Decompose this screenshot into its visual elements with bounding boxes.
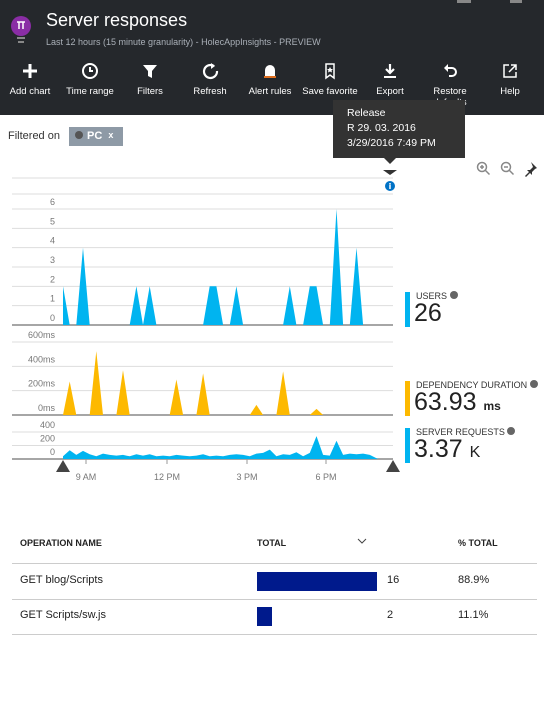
dependency-duration-metric-value: 63.93 ms: [414, 388, 501, 416]
y-tick-label: 4: [50, 236, 55, 246]
y-tick-label: 6: [50, 197, 55, 207]
info-icon[interactable]: [449, 291, 458, 299]
divider: [12, 563, 537, 564]
zoom-out-icon[interactable]: [500, 161, 515, 176]
server-requests-metric-value: 3.37 K: [414, 435, 481, 463]
y-tick-label: 400: [40, 420, 55, 430]
x-tick-label: 12 PM: [154, 472, 180, 482]
y-tick-label: 200ms: [28, 379, 56, 389]
percent-total: 88.9%: [458, 574, 490, 586]
y-tick-label: 0: [50, 313, 55, 323]
range-start-handle[interactable]: [56, 460, 70, 472]
range-end-handle[interactable]: [386, 460, 400, 472]
total-bar: [257, 572, 377, 591]
y-tick-label: 200: [40, 434, 55, 444]
operation-name[interactable]: GET Scripts/sw.js: [20, 609, 106, 621]
pin-icon[interactable]: [525, 162, 537, 177]
y-tick-label: 400ms: [28, 354, 56, 364]
zoom-in-icon[interactable]: [476, 161, 491, 176]
users-metric-bar: [405, 292, 410, 327]
y-tick-label: 600ms: [28, 330, 56, 340]
y-tick-label: 0: [50, 447, 55, 457]
y-tick-label: 0ms: [38, 403, 56, 413]
info-icon[interactable]: [529, 380, 538, 388]
info-glyph: i: [389, 182, 392, 191]
annotation-marker: [383, 170, 397, 175]
series-area-dependency-duration: [63, 351, 379, 415]
y-tick-label: 3: [50, 255, 55, 265]
metrics-chart[interactable]: 0 1 2 3 4 5 6 0ms 200ms 400ms 600ms 0 200 400 i 9 AM 12 …: [0, 0, 544, 500]
x-tick-label: 6 PM: [315, 472, 336, 482]
tooltip-date: 3/29/2016 7:49 PM: [347, 137, 436, 149]
percent-total: 11.1%: [458, 609, 489, 621]
info-icon[interactable]: [507, 427, 516, 435]
server-requests-metric-bar: [405, 428, 410, 463]
total-value: 16: [387, 574, 400, 586]
column-header-operation-name[interactable]: OPERATION NAME: [20, 538, 102, 548]
y-tick-label: 2: [50, 274, 55, 284]
total-bar: [257, 607, 272, 626]
release-annotation-tooltip: Release R 29. 03. 2016 3/29/2016 7:49 PM: [333, 100, 465, 164]
sort-chevron-down-icon[interactable]: [357, 538, 367, 544]
y-tick-label: 5: [50, 216, 55, 226]
tooltip-release-name: R 29. 03. 2016: [347, 122, 416, 134]
operation-name[interactable]: GET blog/Scripts: [20, 574, 103, 586]
divider: [12, 599, 537, 600]
users-metric-value: 26: [414, 299, 442, 327]
total-value: 2: [387, 609, 394, 621]
column-header-percent-total[interactable]: % TOTAL: [458, 538, 498, 548]
x-tick-label: 3 PM: [236, 472, 257, 482]
tooltip-title: Release: [347, 107, 386, 119]
divider: [12, 634, 537, 635]
y-tick-label: 1: [50, 294, 55, 304]
series-area-server-requests: [63, 436, 379, 459]
x-tick-label: 9 AM: [76, 472, 97, 482]
dependency-duration-metric-bar: [405, 381, 410, 416]
column-header-total[interactable]: TOTAL: [257, 538, 286, 548]
